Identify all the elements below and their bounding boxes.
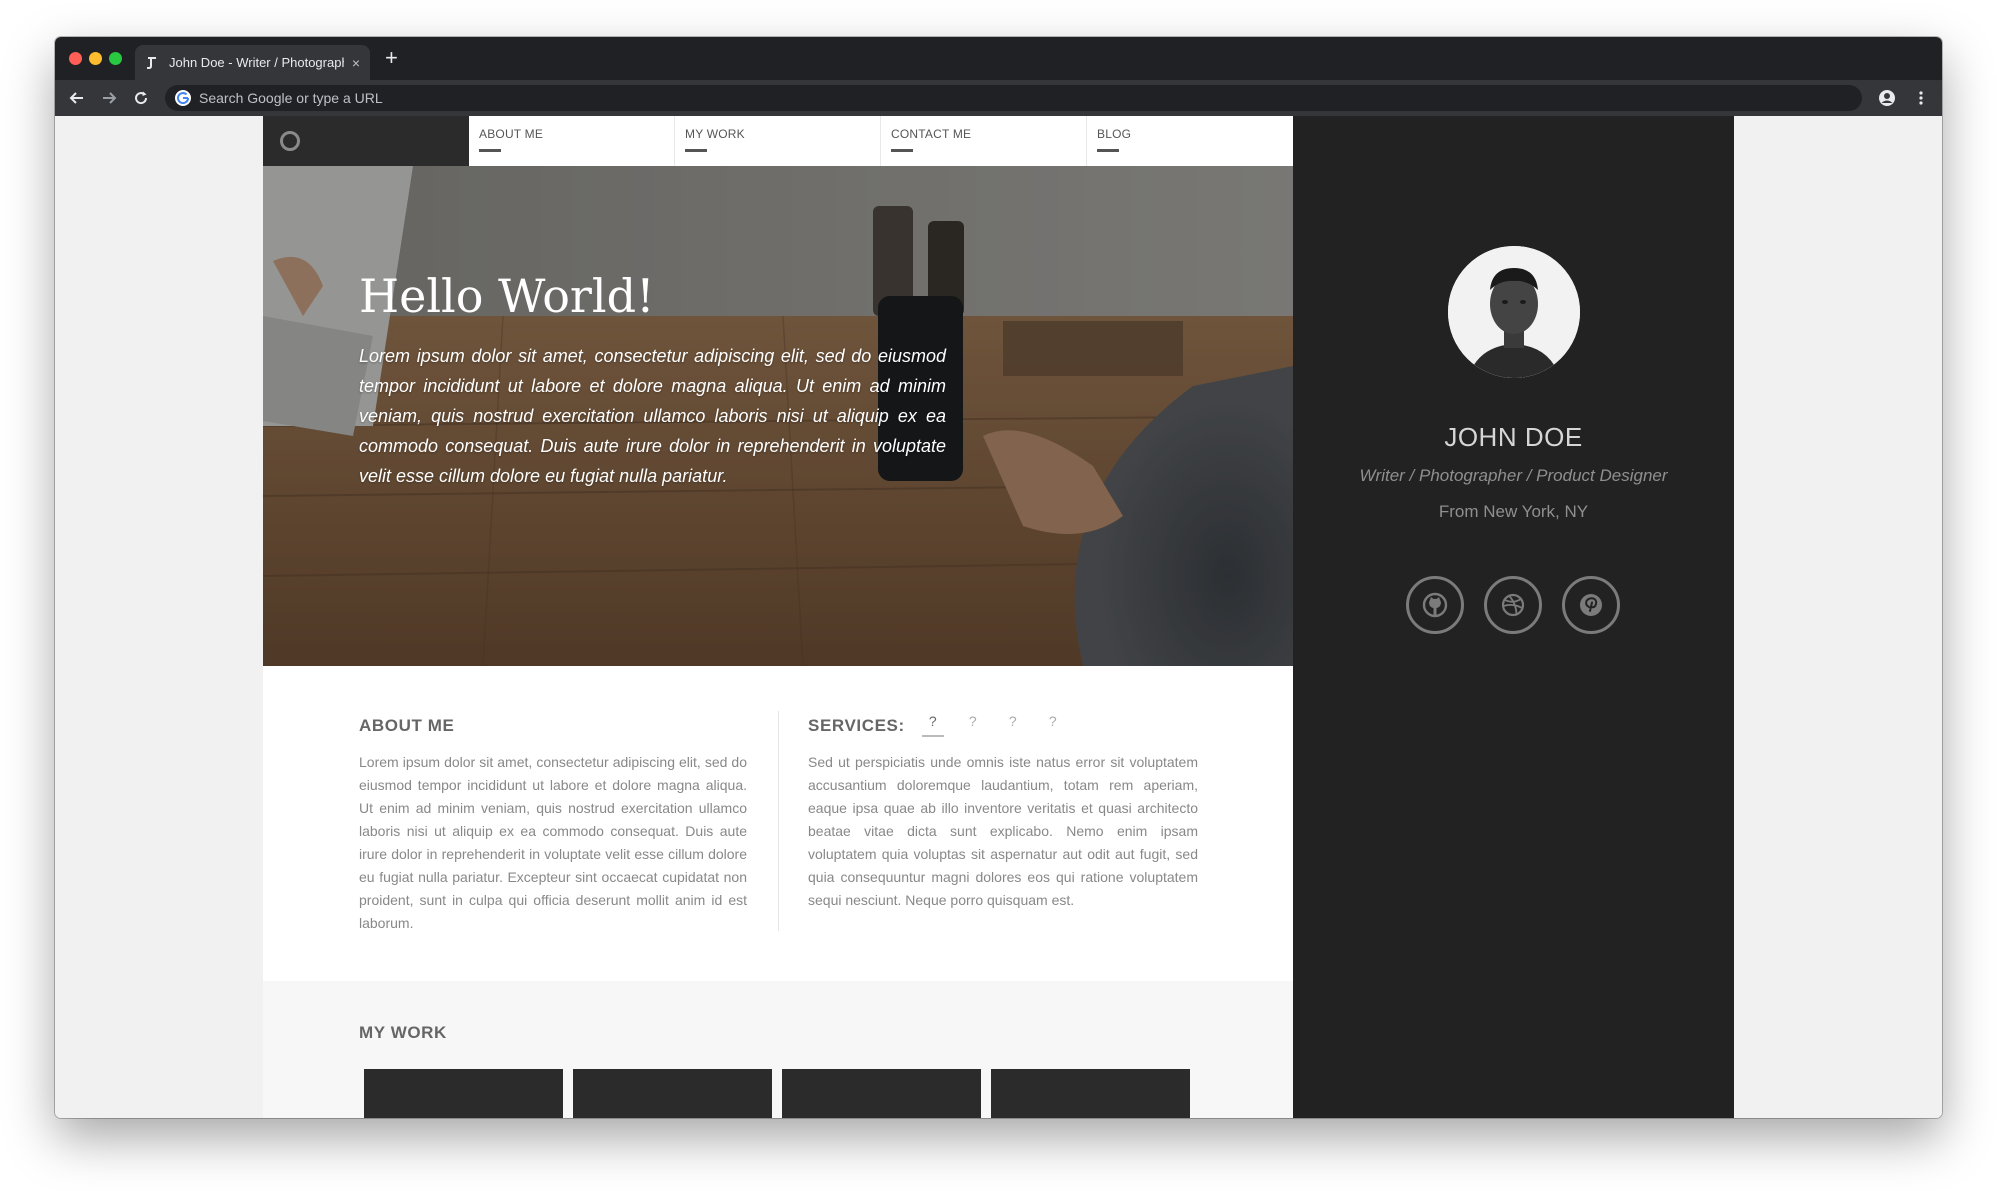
back-arrow-icon[interactable] bbox=[67, 88, 87, 108]
services-header: SERVICES: ? ? ? ? bbox=[808, 713, 1198, 737]
site-nav: ABOUT ME MY WORK CONTACT ME BLOG bbox=[263, 116, 1293, 166]
nav-underline bbox=[479, 149, 501, 152]
more-menu-icon[interactable] bbox=[1911, 88, 1931, 108]
profile-role: Writer / Photographer / Product Designer bbox=[1359, 466, 1668, 485]
profile-location: From New York, NY bbox=[1438, 502, 1589, 521]
nav-label: ABOUT ME bbox=[479, 127, 544, 141]
hero-text: Lorem ipsum dolor sit amet, consectetur … bbox=[359, 346, 946, 486]
about-heading: ABOUT ME bbox=[359, 716, 455, 735]
address-placeholder: Search Google or type a URL bbox=[199, 90, 383, 106]
nav-item-about-me[interactable]: ABOUT ME bbox=[469, 116, 675, 166]
address-bar[interactable]: Search Google or type a URL bbox=[165, 85, 1862, 111]
hero-section: Hello World! Lorem ipsum dolor sit amet,… bbox=[263, 166, 1293, 666]
about-text: Lorem ipsum dolor sit amet, consectetur … bbox=[359, 754, 747, 931]
reload-icon[interactable] bbox=[131, 88, 151, 108]
profile-name: JOHN DOE bbox=[1444, 422, 1583, 452]
site: ABOUT ME MY WORK CONTACT ME BLOG Hello W… bbox=[263, 116, 1734, 1118]
work-section: MY WORK bbox=[263, 981, 1293, 1118]
services-tab-4[interactable]: ? bbox=[1047, 713, 1059, 729]
services-text: Sed ut perspiciatis unde omnis iste natu… bbox=[808, 754, 1198, 908]
browser-tab[interactable]: John Doe - Writer / Photograph × bbox=[135, 45, 370, 80]
avatar bbox=[1448, 246, 1580, 378]
social-links bbox=[1406, 576, 1620, 634]
close-window-button[interactable] bbox=[69, 52, 82, 65]
forward-arrow-icon[interactable] bbox=[99, 88, 119, 108]
new-tab-button[interactable]: + bbox=[385, 45, 398, 71]
dribbble-button[interactable] bbox=[1484, 576, 1542, 634]
browser-window: John Doe - Writer / Photograph × + Searc… bbox=[55, 37, 1942, 1118]
services-column: SERVICES: ? ? ? ? Sed ut perspiciatis un… bbox=[808, 713, 1198, 912]
nav-item-my-work[interactable]: MY WORK bbox=[675, 116, 881, 166]
work-tile[interactable] bbox=[364, 1069, 563, 1118]
services-tab-2[interactable]: ? bbox=[967, 713, 979, 729]
site-logo[interactable] bbox=[263, 116, 469, 166]
services-heading: SERVICES: bbox=[808, 716, 905, 735]
nav-underline bbox=[685, 149, 707, 152]
nav-label: BLOG bbox=[1097, 127, 1132, 141]
favicon-icon bbox=[145, 56, 159, 70]
page-viewport: ABOUT ME MY WORK CONTACT ME BLOG Hello W… bbox=[55, 116, 1942, 1118]
work-tile[interactable] bbox=[573, 1069, 772, 1118]
profile-sidebar: JOHN DOE Writer / Photographer / Product… bbox=[1293, 116, 1734, 1118]
tab-close-icon[interactable]: × bbox=[352, 55, 360, 71]
nav-underline bbox=[891, 149, 913, 152]
google-icon bbox=[175, 90, 191, 106]
nav-underline bbox=[1097, 149, 1119, 152]
about-section: ABOUT ME Lorem ipsum dolor sit amet, con… bbox=[263, 666, 1293, 981]
browser-toolbar: Search Google or type a URL bbox=[55, 80, 1942, 116]
services-tab-1[interactable]: ? bbox=[921, 713, 944, 737]
circle-logo-icon bbox=[280, 131, 300, 151]
nav-item-blog[interactable]: BLOG bbox=[1087, 116, 1293, 166]
work-tile[interactable] bbox=[991, 1069, 1190, 1118]
nav-label: CONTACT ME bbox=[891, 127, 972, 141]
maximize-window-button[interactable] bbox=[109, 52, 122, 65]
github-icon bbox=[1422, 592, 1448, 618]
minimize-window-button[interactable] bbox=[89, 52, 102, 65]
nav-label: MY WORK bbox=[685, 127, 745, 141]
pinterest-button[interactable] bbox=[1562, 576, 1620, 634]
dribbble-icon bbox=[1501, 593, 1525, 617]
work-grid bbox=[364, 1069, 1190, 1118]
work-heading: MY WORK bbox=[359, 1023, 447, 1042]
nav-item-contact-me[interactable]: CONTACT ME bbox=[881, 116, 1087, 166]
tab-title: John Doe - Writer / Photograph bbox=[169, 55, 344, 70]
account-icon[interactable] bbox=[1877, 88, 1897, 108]
about-column: ABOUT ME Lorem ipsum dolor sit amet, con… bbox=[359, 716, 747, 935]
browser-tabbar: John Doe - Writer / Photograph × + bbox=[55, 37, 1942, 80]
github-button[interactable] bbox=[1406, 576, 1464, 634]
work-tile[interactable] bbox=[782, 1069, 981, 1118]
pinterest-icon bbox=[1580, 594, 1602, 616]
services-tab-3[interactable]: ? bbox=[1007, 713, 1019, 729]
column-divider bbox=[778, 711, 779, 931]
main-column: ABOUT ME MY WORK CONTACT ME BLOG Hello W… bbox=[263, 116, 1293, 1118]
hero-title: Hello World! bbox=[359, 269, 655, 323]
